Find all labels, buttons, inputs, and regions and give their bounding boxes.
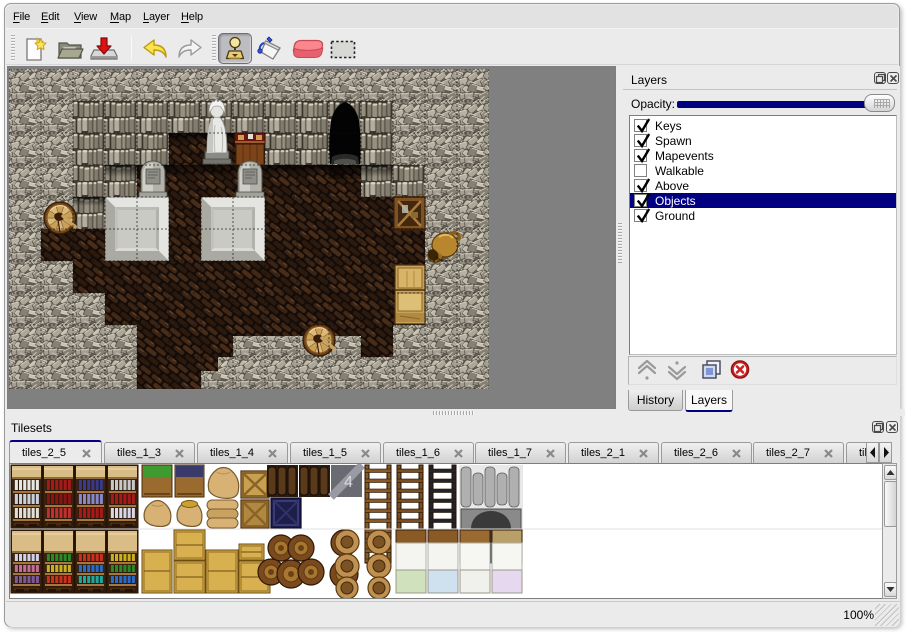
svg-text:4: 4 xyxy=(344,474,353,491)
